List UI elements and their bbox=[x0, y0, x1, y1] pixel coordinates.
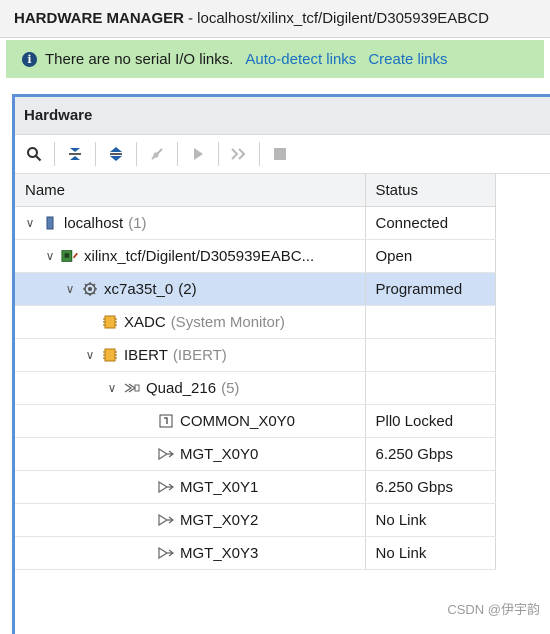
expand-all-icon[interactable] bbox=[103, 141, 129, 167]
node-label: COMMON_X0Y0 bbox=[180, 412, 296, 430]
node-status: Programmed bbox=[364, 272, 496, 306]
node-status: No Link bbox=[364, 503, 496, 537]
node-extra: (System Monitor) bbox=[170, 313, 285, 331]
node-label: xilinx_tcf/Digilent/D305939EABC... bbox=[84, 247, 315, 265]
tree-row[interactable]: MGT_X0Y0 6.250 Gbps bbox=[15, 437, 496, 471]
info-icon: i bbox=[22, 51, 37, 67]
chevron-down-icon[interactable]: ∨ bbox=[23, 216, 37, 230]
quad-icon bbox=[123, 380, 141, 396]
tree-header-row: Name Status bbox=[15, 174, 496, 207]
node-status: 6.250 Gbps bbox=[364, 470, 496, 504]
mgt-icon bbox=[157, 545, 175, 561]
node-count: (5) bbox=[221, 379, 240, 397]
hardware-panel: Hardware Name Status ∨ localhost (1) Con… bbox=[12, 94, 550, 634]
mgt-icon bbox=[157, 479, 175, 495]
node-count: (2) bbox=[178, 280, 197, 298]
node-status: Open bbox=[364, 239, 496, 273]
tree-row[interactable]: MGT_X0Y2 No Link bbox=[15, 503, 496, 537]
node-label: Quad_216 bbox=[146, 379, 217, 397]
hardware-tree-table: Name Status ∨ localhost (1) Connected ∨ … bbox=[15, 174, 496, 570]
node-status: 6.250 Gbps bbox=[364, 437, 496, 471]
create-links-link[interactable]: Create links bbox=[368, 51, 447, 68]
node-label: MGT_X0Y2 bbox=[180, 511, 259, 529]
tree-row[interactable]: MGT_X0Y1 6.250 Gbps bbox=[15, 470, 496, 504]
node-status bbox=[364, 305, 496, 339]
server-icon bbox=[41, 215, 59, 231]
chevron-down-icon[interactable]: ∨ bbox=[83, 348, 97, 362]
banner-message: There are no serial I/O links. bbox=[45, 50, 234, 68]
node-label: MGT_X0Y1 bbox=[180, 478, 259, 496]
node-label: XADC bbox=[124, 313, 166, 331]
window-title: HARDWARE MANAGER bbox=[14, 10, 184, 27]
toolbar-separator bbox=[95, 142, 96, 166]
node-label: localhost bbox=[64, 214, 124, 232]
common-icon bbox=[157, 413, 175, 429]
ip-core-icon bbox=[101, 314, 119, 330]
board-icon bbox=[61, 248, 79, 264]
chevron-down-icon[interactable]: ∨ bbox=[43, 249, 57, 263]
mgt-icon bbox=[157, 512, 175, 528]
search-icon[interactable] bbox=[21, 141, 47, 167]
run-icon[interactable] bbox=[185, 141, 211, 167]
window-title-bar: HARDWARE MANAGER - localhost/xilinx_tcf/… bbox=[0, 0, 550, 38]
node-count: (1) bbox=[128, 214, 147, 232]
node-status bbox=[364, 338, 496, 372]
node-status: No Link bbox=[364, 536, 496, 570]
auto-detect-links-link[interactable]: Auto-detect links bbox=[245, 51, 356, 68]
tree-row-selected[interactable]: ∨ xc7a35t_0 (2) Programmed bbox=[15, 272, 496, 306]
tree-row[interactable]: XADC (System Monitor) bbox=[15, 305, 496, 339]
info-banner: i There are no serial I/O links. Auto-de… bbox=[6, 40, 544, 78]
tree-row[interactable]: ∨ localhost (1) Connected bbox=[15, 206, 496, 240]
node-label: MGT_X0Y3 bbox=[180, 544, 259, 562]
node-label: IBERT bbox=[124, 346, 168, 364]
toolbar-separator bbox=[259, 142, 260, 166]
tree-row[interactable]: COMMON_X0Y0 Pll0 Locked bbox=[15, 404, 496, 438]
status-column-header[interactable]: Status bbox=[365, 174, 496, 207]
node-status bbox=[364, 371, 496, 405]
node-status: Pll0 Locked bbox=[364, 404, 496, 438]
node-label: MGT_X0Y0 bbox=[180, 445, 259, 463]
toolbar-separator bbox=[54, 142, 55, 166]
node-label: xc7a35t_0 bbox=[104, 280, 174, 298]
tree-row[interactable]: ∨ Quad_216 (5) bbox=[15, 371, 496, 405]
mgt-icon bbox=[157, 446, 175, 462]
tree-row[interactable]: ∨ xilinx_tcf/Digilent/D305939EABC... Ope… bbox=[15, 239, 496, 273]
chevron-down-icon[interactable]: ∨ bbox=[63, 282, 77, 296]
name-column-header[interactable]: Name bbox=[15, 174, 366, 207]
tree-row[interactable]: MGT_X0Y3 No Link bbox=[15, 536, 496, 570]
disconnect-icon[interactable] bbox=[144, 141, 170, 167]
chevron-down-icon[interactable]: ∨ bbox=[105, 381, 119, 395]
stop-icon[interactable] bbox=[267, 141, 293, 167]
toolbar-separator bbox=[177, 142, 178, 166]
window-path: - localhost/xilinx_tcf/Digilent/D305939E… bbox=[188, 10, 489, 27]
watermark: CSDN @伊宇韵 bbox=[447, 602, 540, 617]
tree-row[interactable]: ∨ IBERT (IBERT) bbox=[15, 338, 496, 372]
node-status: Connected bbox=[364, 206, 496, 240]
ip-core-icon bbox=[101, 347, 119, 363]
collapse-all-icon[interactable] bbox=[62, 141, 88, 167]
panel-title: Hardware bbox=[15, 97, 550, 135]
hardware-toolbar bbox=[15, 135, 550, 174]
chip-icon bbox=[81, 281, 99, 297]
toolbar-separator bbox=[136, 142, 137, 166]
node-extra: (IBERT) bbox=[172, 346, 227, 364]
toolbar-separator bbox=[218, 142, 219, 166]
step-icon[interactable] bbox=[226, 141, 252, 167]
